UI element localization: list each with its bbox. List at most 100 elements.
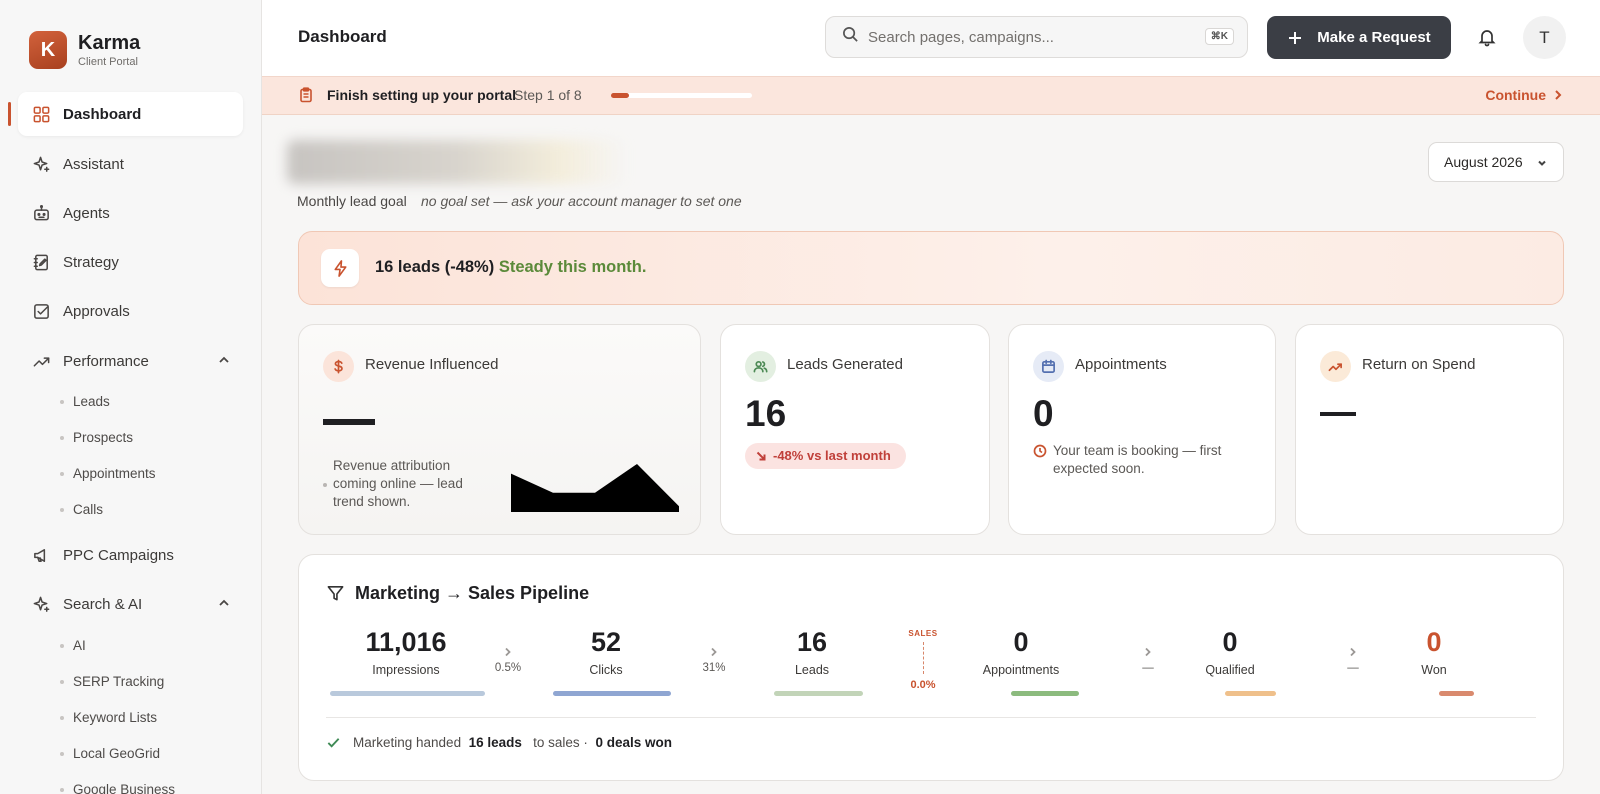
stage-qualified[interactable]: 0 Qualified [1175,627,1285,677]
chevron-right-icon [1555,90,1562,100]
sidebar-subitem-label: Google Business [73,782,176,794]
top-header: Dashboard ⌘K Make a Request T [262,0,1600,76]
checkbox-icon [31,301,51,321]
search-bar[interactable]: ⌘K [825,16,1248,58]
stage-bar [1225,691,1276,696]
bullet-icon [60,751,64,756]
sidebar-item-agents[interactable]: Agents [18,191,243,235]
sidebar-item-dashboard[interactable]: Dashboard [18,92,243,136]
avatar[interactable]: T [1523,16,1566,59]
bullet-icon [60,643,64,648]
appointments-value: 0 [1033,393,1054,434]
setup-progress-fill [611,93,629,98]
sales-divider [922,642,924,674]
stage-value: 0 [1222,627,1238,657]
continue-label: Continue [1485,87,1546,103]
page-title: Dashboard [298,27,387,46]
conversion-text: 31% [702,662,726,674]
sidebar-subitem-local-geogrid[interactable]: Local GeoGrid [60,746,160,761]
sidebar-item-approvals[interactable]: Approvals [18,289,243,333]
trend-up-icon [1320,351,1351,382]
stage-won[interactable]: 0 Won [1389,627,1479,677]
summary-leads: 16 leads [468,735,522,750]
sidebar-subitem-leads[interactable]: Leads [60,394,110,409]
sidebar-item-strategy[interactable]: Strategy [18,240,243,284]
sidebar-subitem-label: Keyword Lists [73,710,158,725]
chevron-down-icon [1538,160,1546,166]
notebook-icon [31,252,51,272]
setup-step: Step 1 of 8 [514,87,582,103]
bullet-icon [60,435,64,440]
stage-label: Clicks [589,663,623,677]
stage-label: Impressions [372,663,440,677]
stage-clicks[interactable]: 52 Clicks [551,627,661,677]
stage-impressions[interactable]: 11,016 Impressions [351,627,461,677]
sparkline-area [511,464,679,512]
sidebar-item-label: Approvals [63,302,130,320]
sidebar-item-ppc-campaigns[interactable]: PPC Campaigns [18,533,243,577]
bullet-icon [60,679,64,684]
search-input[interactable] [868,28,1188,46]
sidebar-subitem-label: Leads [73,394,110,409]
sidebar: K Karma Client Portal Dashboard Assistan… [0,0,262,794]
bell-icon[interactable] [1477,27,1497,47]
continue-button[interactable]: Continue [1485,87,1564,103]
sidebar-item-performance[interactable]: Performance [18,339,243,383]
setup-title: Finish setting up your portal [327,87,516,103]
sidebar-subitem-appointments[interactable]: Appointments [60,466,156,481]
bullet-icon [60,715,64,720]
return-on-spend-card[interactable]: Return on Spend [1295,324,1564,535]
sidebar-item-assistant[interactable]: Assistant [18,142,243,186]
chevron-up-icon[interactable] [217,596,231,610]
stage-leads[interactable]: 16 Leads [757,627,867,677]
users-icon [745,351,776,382]
lightning-icon [321,249,359,287]
clipboard-icon [298,87,314,103]
sidebar-subitem-label: Local GeoGrid [73,746,161,761]
sidebar-subitem-prospects[interactable]: Prospects [60,430,133,445]
sales-handoff-marker: SALES 0.0% [903,629,943,691]
setup-banner: Finish setting up your portal Step 1 of … [262,76,1600,115]
brand[interactable]: K Karma Client Portal [29,31,140,69]
insight-status: Steady this month. [498,258,647,276]
chevron-right-icon [1350,647,1356,657]
stage-appointments[interactable]: 0 Appointments [957,627,1085,677]
sidebar-subitem-ai[interactable]: AI [60,638,86,653]
sidebar-subitem-google-business[interactable]: Google Business [60,782,175,794]
chevron-up-icon[interactable] [217,353,231,367]
conversion-rate: 0.5% [488,647,528,674]
bullet-icon [323,483,327,487]
chevron-right-icon [1145,647,1151,657]
sidebar-subitem-calls[interactable]: Calls [60,502,103,517]
pipeline-summary: Marketing handed 16 leads to sales · 0 d… [326,735,672,750]
summary-prefix: Marketing handed [353,735,462,750]
revenue-card[interactable]: Revenue Influenced Revenue attribution c… [298,324,701,535]
sidebar-subitem-serp-tracking[interactable]: SERP Tracking [60,674,164,689]
sidebar-item-label: Assistant [63,155,124,173]
empty-value-dash [1320,412,1356,416]
make-request-button[interactable]: Make a Request [1267,16,1451,59]
sidebar-subitem-label: Calls [73,502,104,517]
calendar-icon [1033,351,1064,382]
sidebar-subitem-keyword-lists[interactable]: Keyword Lists [60,710,157,725]
sidebar-item-search-ai[interactable]: Search & AI [18,582,243,626]
stage-label: Leads [794,663,830,677]
revenue-note: Revenue attribution coming online — lead… [333,458,463,509]
dollar-icon [323,351,354,382]
check-icon [327,738,340,748]
sidebar-subitem-label: Prospects [73,430,134,445]
plus-icon [1289,31,1302,44]
stage-label: Appointments [982,663,1060,677]
grid-icon [31,104,51,124]
appointments-card[interactable]: Appointments 0 Your team is booking — fi… [1008,324,1276,535]
sidebar-subitem-label: AI [73,638,86,653]
month-select[interactable]: August 2026 [1428,142,1564,182]
funnel-icon [327,586,344,601]
bullet-icon [60,787,64,792]
empty-value-dash [323,419,375,425]
search-icon [842,26,859,48]
stage-bar [1011,691,1079,696]
insight-headline: 16 leads (-48%) [375,258,495,276]
clock-icon [1033,444,1047,458]
leads-card[interactable]: Leads Generated 16 -48% vs last month [720,324,990,535]
